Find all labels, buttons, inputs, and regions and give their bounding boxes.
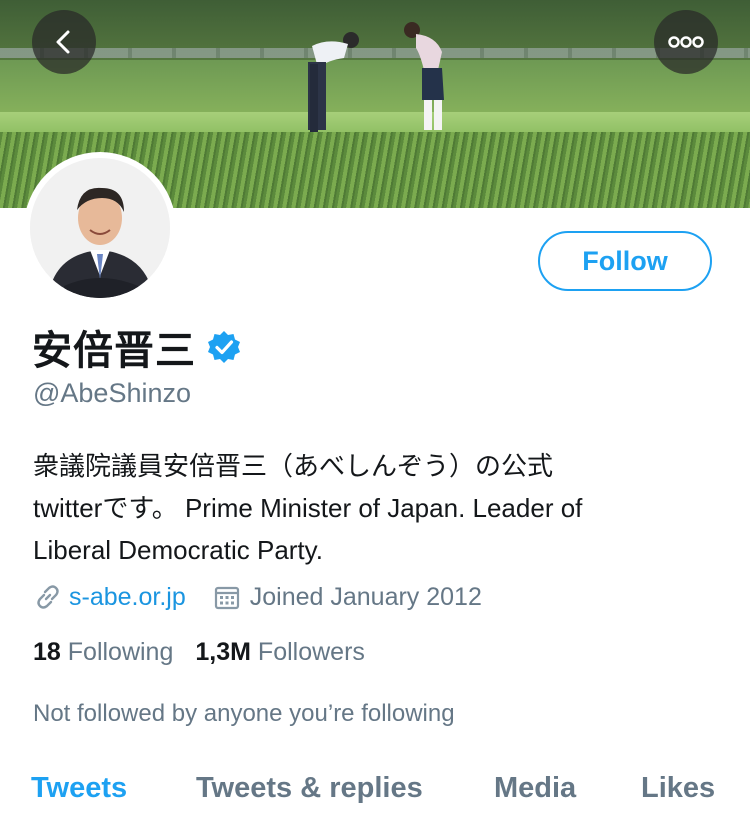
- profile-name: 安倍晋三: [32, 328, 196, 374]
- profile-meta: s-abe.or.jp Joined January 2012: [33, 582, 482, 612]
- profile-name-row: 安倍晋三: [32, 318, 242, 376]
- verified-badge-icon: [208, 331, 240, 363]
- avatar-person-illustration: [30, 158, 170, 298]
- link-icon: [37, 585, 59, 609]
- joined-date: Joined January 2012: [249, 582, 482, 611]
- calendar-icon: [214, 586, 239, 610]
- banner-fence: [0, 48, 750, 58]
- profile-bio: 衆議院議員安倍晋三（あべしんぞう）の公式 twitterです。 Prime Mi…: [33, 445, 733, 571]
- profile-avatar[interactable]: [24, 152, 176, 304]
- following-label: Following: [67, 638, 174, 666]
- bio-line: Liberal Democratic Party.: [33, 535, 323, 565]
- back-button[interactable]: [32, 10, 96, 74]
- avatar-image: [30, 158, 170, 298]
- following-stat[interactable]: 18 Following: [33, 638, 173, 667]
- profile-handle: @AbeShinzo: [33, 378, 192, 408]
- followers-count: 1,3M: [195, 638, 251, 666]
- tab-media[interactable]: Media: [494, 772, 576, 805]
- website-link[interactable]: s-abe.or.jp: [69, 583, 186, 612]
- bio-line: 衆議院議員安倍晋三（あべしんぞう）の公式: [33, 451, 554, 481]
- banner-figure-right: [404, 22, 444, 130]
- tab-tweets-replies[interactable]: Tweets & replies: [196, 772, 423, 805]
- banner-figure-left: [308, 32, 359, 132]
- tab-likes[interactable]: Likes: [641, 772, 715, 805]
- more-options-button[interactable]: [654, 10, 718, 74]
- more-horizontal-icon: [668, 36, 704, 48]
- followers-label: Followers: [257, 638, 365, 666]
- follow-button[interactable]: Follow: [538, 231, 712, 291]
- chevron-left-icon: [56, 30, 70, 54]
- not-followed-notice: Not followed by anyone you’re following: [33, 700, 455, 727]
- profile-tabs: Tweets Tweets & replies Media Likes: [0, 772, 750, 812]
- banner-field: [0, 112, 750, 134]
- followers-stat[interactable]: 1,3M Followers: [195, 638, 365, 667]
- profile-stats: 18 Following 1,3M Followers: [33, 638, 387, 667]
- tab-tweets[interactable]: Tweets: [31, 772, 127, 805]
- bio-line: twitterです。 Prime Minister of Japan. Lead…: [33, 493, 583, 523]
- following-count: 18: [33, 638, 61, 666]
